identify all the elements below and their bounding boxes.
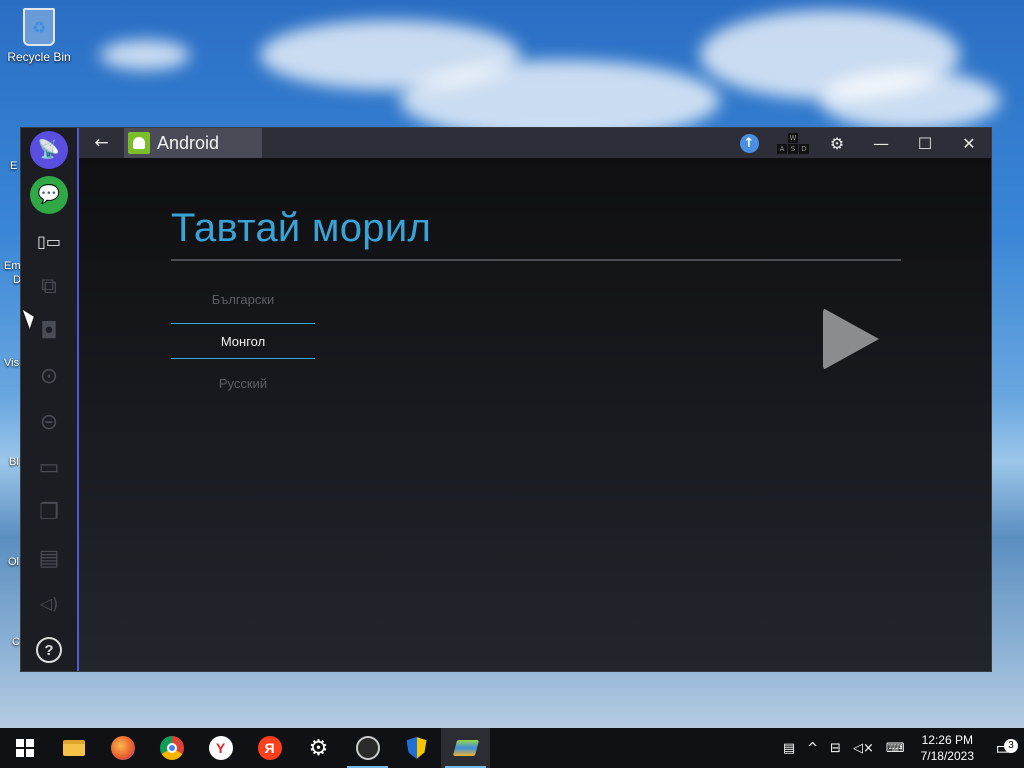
settings-button[interactable]: ⚙ — [815, 128, 859, 158]
multi-instance-icon: ▯▭ — [37, 232, 61, 251]
start-button[interactable] — [0, 728, 49, 768]
shake-button[interactable]: ⧉ — [30, 268, 68, 306]
more-icon: ⊝ — [39, 410, 59, 435]
title-divider — [171, 259, 901, 261]
settings-gear-icon: ⚙ — [308, 735, 329, 761]
minimize-button[interactable]: — — [859, 128, 903, 158]
maximize-icon: ☐ — [917, 133, 933, 153]
copy-icon: ❐ — [39, 500, 59, 525]
update-button[interactable]: ↑ — [727, 128, 771, 158]
copy-button[interactable]: ❐ — [30, 494, 68, 532]
next-arrow-icon[interactable] — [823, 308, 879, 370]
location-button[interactable]: ⊙ — [30, 358, 68, 396]
keyboard-icon[interactable]: ⌨ — [880, 741, 911, 756]
broadcast-icon: 📡 — [37, 139, 61, 160]
taskbar: Y Я ⚙ ▤ ^ ⊟ ◁× ⌨ 12:26 PM 7/18/2023 ▭ 3 — [0, 728, 1024, 768]
volume-muted-icon[interactable]: ◁× — [847, 741, 880, 756]
close-icon: ✕ — [962, 133, 976, 153]
close-button[interactable]: ✕ — [947, 128, 991, 158]
file-explorer-icon — [62, 740, 85, 756]
tab-label: Android — [157, 132, 220, 153]
cloud — [100, 40, 190, 70]
desktop-icon-label: Em — [4, 260, 21, 272]
clock-time: 12:26 PM — [921, 733, 973, 747]
back-arrow-icon: ← — [94, 133, 109, 153]
title-bar: ← Android ↑ W ASD ⚙ — ☐ ✕ — [79, 128, 991, 158]
paste-button[interactable]: ▤ — [30, 540, 68, 578]
shield-icon — [406, 737, 427, 759]
page-title: Тавтай морил — [171, 206, 432, 250]
taskbar-firefox[interactable] — [98, 728, 147, 768]
android-icon — [128, 132, 150, 154]
maximize-button[interactable]: ☐ — [903, 128, 947, 158]
recycle-bin[interactable]: Recycle Bin — [4, 8, 74, 64]
sidebar: 📡 💬 ▯▭ ⧉ ◘ ⊙ ⊝ ▭ ❐ ▤ ◁) ? — [21, 128, 79, 671]
help-icon: ? — [36, 637, 62, 663]
keyboard-keys-icon: W ASD — [777, 132, 809, 154]
notification-badge: 3 — [1004, 738, 1018, 753]
recycle-bin-icon — [23, 8, 55, 46]
location-icon: ⊙ — [39, 364, 59, 389]
taskbar-bluestacks[interactable] — [441, 728, 490, 768]
chat-icon: 💬 — [37, 184, 61, 205]
taskbar-security[interactable] — [392, 728, 441, 768]
desktop-icon-label: Ol — [8, 556, 19, 568]
broadcast-button[interactable]: 📡 — [30, 131, 68, 169]
notification-button[interactable]: ▭ 3 — [984, 738, 1024, 759]
taskbar-obs[interactable] — [343, 728, 392, 768]
gear-icon: ⚙ — [829, 133, 845, 153]
language-option[interactable]: Български — [171, 278, 315, 320]
language-picker[interactable]: Български Монгол Русский — [171, 278, 315, 404]
minimize-icon: — — [873, 133, 889, 153]
camera-icon: ◘ — [40, 319, 58, 344]
folder-button[interactable]: ▭ — [30, 449, 68, 487]
taskbar-chrome[interactable] — [147, 728, 196, 768]
paste-icon: ▤ — [38, 546, 60, 571]
news-icon[interactable]: ▤ — [777, 741, 801, 756]
desktop-icon-label: C — [12, 636, 20, 648]
chevron-up-icon[interactable]: ^ — [801, 741, 824, 756]
volume-icon: ◁) — [39, 594, 59, 613]
chat-button[interactable]: 💬 — [30, 176, 68, 214]
android-screen: Тавтай морил Български Монгол Русский — [79, 158, 991, 671]
shake-icon: ⧉ — [41, 274, 57, 299]
bluestacks-window: 📡 💬 ▯▭ ⧉ ◘ ⊙ ⊝ ▭ ❐ ▤ ◁) ? ← Android ↑ W … — [20, 127, 992, 672]
update-icon: ↑ — [739, 133, 759, 153]
folder-icon: ▭ — [38, 455, 60, 480]
clock[interactable]: 12:26 PM 7/18/2023 — [911, 732, 984, 764]
tab-android[interactable]: Android — [124, 128, 262, 158]
taskbar-settings[interactable]: ⚙ — [294, 728, 343, 768]
taskbar-yandex[interactable]: Я — [245, 728, 294, 768]
firefox-icon — [110, 736, 135, 760]
language-option[interactable]: Русский — [171, 362, 315, 404]
windows-logo-icon — [15, 739, 34, 757]
back-button[interactable]: ← — [79, 128, 124, 158]
obs-icon — [355, 736, 380, 760]
network-icon[interactable]: ⊟ — [824, 741, 847, 756]
keymapping-button[interactable]: W ASD — [771, 128, 815, 158]
language-option-selected[interactable]: Монгол — [171, 323, 315, 359]
volume-button[interactable]: ◁) — [30, 585, 68, 623]
taskbar-file-explorer[interactable] — [49, 728, 98, 768]
yandex-browser-icon: Y — [208, 736, 233, 760]
more-button[interactable]: ⊝ — [30, 404, 68, 442]
recycle-bin-label: Recycle Bin — [7, 50, 71, 64]
desktop-icon-label: E — [10, 160, 18, 172]
multi-instance-button[interactable]: ▯▭ — [30, 223, 68, 261]
chrome-icon — [159, 736, 184, 760]
taskbar-yandex-browser[interactable]: Y — [196, 728, 245, 768]
clock-date: 7/18/2023 — [920, 749, 974, 763]
bluestacks-icon — [452, 740, 479, 756]
yandex-icon: Я — [257, 736, 282, 760]
desktop-icon-label: Bl — [9, 456, 19, 468]
system-tray: ▤ ^ ⊟ ◁× ⌨ 12:26 PM 7/18/2023 ▭ 3 — [777, 728, 1024, 768]
cloud — [820, 70, 1000, 130]
camera-button[interactable]: ◘ — [30, 313, 68, 351]
help-button[interactable]: ? — [30, 631, 68, 669]
desktop-icon-label: Vis — [4, 357, 20, 369]
